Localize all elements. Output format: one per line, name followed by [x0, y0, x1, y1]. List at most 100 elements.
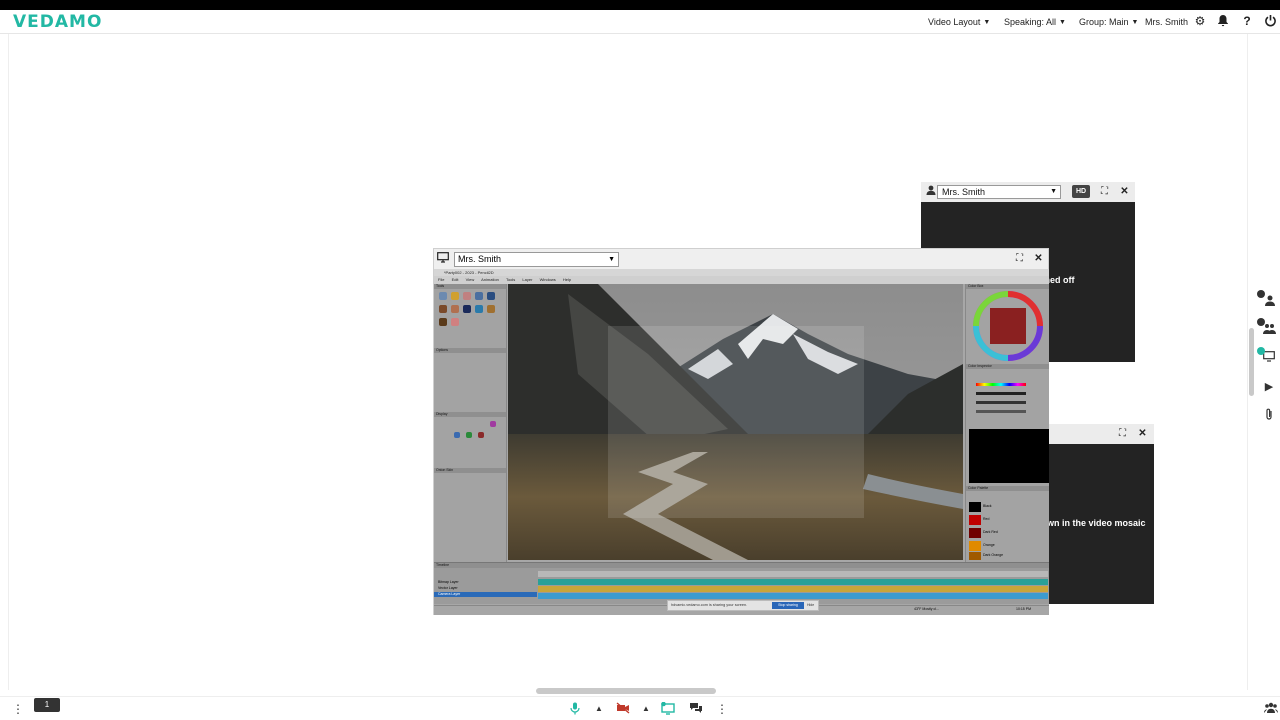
palette-swatch — [969, 528, 981, 538]
participant-select[interactable]: Mrs. Smith ▼ — [937, 185, 1061, 199]
group-label: Group: Main — [1079, 17, 1129, 27]
screen-icon[interactable] — [1257, 347, 1276, 365]
badge — [1257, 318, 1265, 326]
add-user-icon[interactable] — [1257, 290, 1276, 308]
badge — [1257, 290, 1265, 298]
layer-name: Bitmap Layer — [438, 580, 459, 584]
video-layout-menu[interactable]: Video Layout ▼ — [928, 10, 990, 34]
camera-off-icon[interactable] — [616, 702, 630, 717]
panel-tools-header: Tools — [434, 284, 506, 289]
power-icon[interactable] — [1263, 14, 1277, 28]
palette-name: Orange — [983, 543, 995, 547]
shared-screen-content: *Party002 - 2023 - Pencil2D File Edit Vi… — [434, 269, 1049, 615]
app-title: *Party002 - 2023 - Pencil2D — [444, 270, 494, 275]
tool-icon — [466, 432, 472, 438]
panel-colorbox-header: Color Box — [966, 284, 1049, 289]
palette-swatch — [969, 502, 981, 512]
sat-slider — [976, 392, 1026, 395]
user-name-label: Mrs. Smith — [1145, 17, 1189, 27]
timeline-ruler — [538, 571, 1048, 577]
more-options-icon[interactable]: ⋮ — [716, 702, 728, 716]
tool-icon — [478, 432, 484, 438]
chevron-up-icon[interactable]: ▲ — [595, 702, 603, 716]
share-participant-select[interactable]: Mrs. Smith ▼ — [454, 252, 619, 267]
menu-help: Help — [562, 277, 572, 282]
close-icon[interactable]: ✕ — [1118, 185, 1131, 198]
horizontal-scrollbar[interactable] — [536, 688, 716, 694]
participants-icon[interactable] — [1264, 702, 1278, 717]
user-icon — [924, 185, 937, 198]
close-icon[interactable]: ✕ — [1136, 427, 1149, 440]
sharing-notice: hdvamic.vedamo.com is sharing your scree… — [667, 600, 819, 611]
tool-icon — [463, 292, 471, 300]
app-timeline: Timeline Bitmap Layer Vector Layer Camer… — [434, 562, 1049, 604]
tool-icon — [490, 421, 496, 427]
palette-name: Black — [983, 504, 992, 508]
tool-icon — [451, 318, 459, 326]
help-icon[interactable]: ? — [1240, 14, 1254, 28]
more-vertical-icon[interactable]: ⋮ — [12, 702, 24, 716]
group-icon[interactable] — [1257, 318, 1276, 336]
timeline-track — [538, 579, 1048, 585]
user-name[interactable]: Mrs. Smith — [1145, 10, 1188, 34]
tool-icon — [463, 305, 471, 313]
bottom-bar: ⋮ 1 ▲ ▲ ⋮ — [0, 696, 1280, 720]
bell-icon[interactable] — [1216, 14, 1230, 28]
app-menubar: File Edit View Animation Tools Layer Win… — [434, 276, 1049, 284]
chevron-down-icon: ▼ — [1131, 18, 1139, 26]
chevron-down-icon: ▼ — [1050, 188, 1057, 195]
video-tile-header: ⛶ ✕ — [1049, 424, 1154, 444]
panel-options-header: Options — [434, 348, 506, 353]
screen-share-window[interactable]: Mrs. Smith ▼ ⛶ ✕ *Party002 - 2023 - Penc… — [433, 248, 1049, 615]
page-number-button[interactable]: 1 — [34, 698, 60, 712]
val-slider — [976, 401, 1026, 404]
speaking-label: Speaking: All — [1004, 17, 1057, 27]
hide-notice-button[interactable]: Hide — [807, 602, 814, 609]
taskbar-time: 10:15 PM — [1016, 607, 1031, 611]
palette-swatch — [969, 515, 981, 525]
chevron-up-icon[interactable]: ▲ — [642, 702, 650, 716]
color-preview — [969, 429, 1049, 483]
vertical-scrollbar[interactable] — [1249, 328, 1254, 396]
speaking-menu[interactable]: Speaking: All ▼ — [1004, 10, 1066, 34]
fullscreen-icon[interactable]: ⛶ — [1013, 252, 1026, 265]
palette-swatch — [969, 541, 981, 551]
menu-windows: Windows — [539, 277, 556, 282]
hd-toggle[interactable]: HD — [1072, 185, 1090, 198]
video-tile-header: Mrs. Smith ▼ HD ⛶ ✕ — [921, 182, 1135, 202]
timeline-track — [538, 586, 1048, 592]
chat-icon[interactable] — [689, 702, 703, 717]
fullscreen-icon[interactable]: ⛶ — [1098, 185, 1111, 198]
timeline-track — [538, 593, 1048, 599]
panel-display-header: Display — [434, 412, 506, 417]
stop-sharing-button[interactable]: Stop sharing — [772, 602, 804, 609]
close-icon[interactable]: ✕ — [1032, 252, 1045, 265]
microphone-icon[interactable] — [570, 702, 580, 718]
menu-tools: Tools — [505, 277, 516, 282]
play-icon[interactable]: ▶ — [1262, 380, 1276, 394]
menu-edit: Edit — [451, 277, 459, 282]
chevron-down-icon: ▼ — [983, 18, 991, 26]
menu-layer: Layer — [522, 277, 533, 282]
taskbar-weather: 43°F Mostly cl... — [914, 607, 939, 611]
sharing-notice-text: hdvamic.vedamo.com is sharing your scree… — [671, 603, 748, 607]
panel-onion-header: Onion Skin — [434, 468, 506, 473]
tool-icon — [475, 292, 483, 300]
group-menu[interactable]: Group: Main ▼ — [1079, 10, 1138, 34]
palette-name: Dark Red — [983, 530, 998, 534]
fullscreen-icon[interactable]: ⛶ — [1116, 427, 1129, 440]
gear-icon[interactable]: ⚙ — [1193, 14, 1207, 28]
palette-swatch — [969, 552, 981, 560]
video-tile-body: wn in the video mosaic — [1047, 444, 1154, 604]
top-bar: VEDAMO Video Layout ▼ Speaking: All ▼ Grou… — [0, 10, 1280, 34]
participant-select-value: Mrs. Smith — [942, 187, 986, 197]
hue-slider — [976, 383, 1026, 386]
timeline-header: Timeline — [434, 563, 1049, 568]
canvas-image — [508, 284, 963, 560]
video-tile-bottom[interactable]: ⛶ ✕ wn in the video mosaic — [1047, 424, 1154, 604]
attachment-icon[interactable] — [1262, 408, 1276, 422]
video-layout-label: Video Layout — [928, 17, 981, 27]
screen-share-icon[interactable] — [661, 701, 676, 718]
layer-name-selected: Camera Layer — [434, 592, 537, 597]
badge — [1257, 347, 1265, 355]
